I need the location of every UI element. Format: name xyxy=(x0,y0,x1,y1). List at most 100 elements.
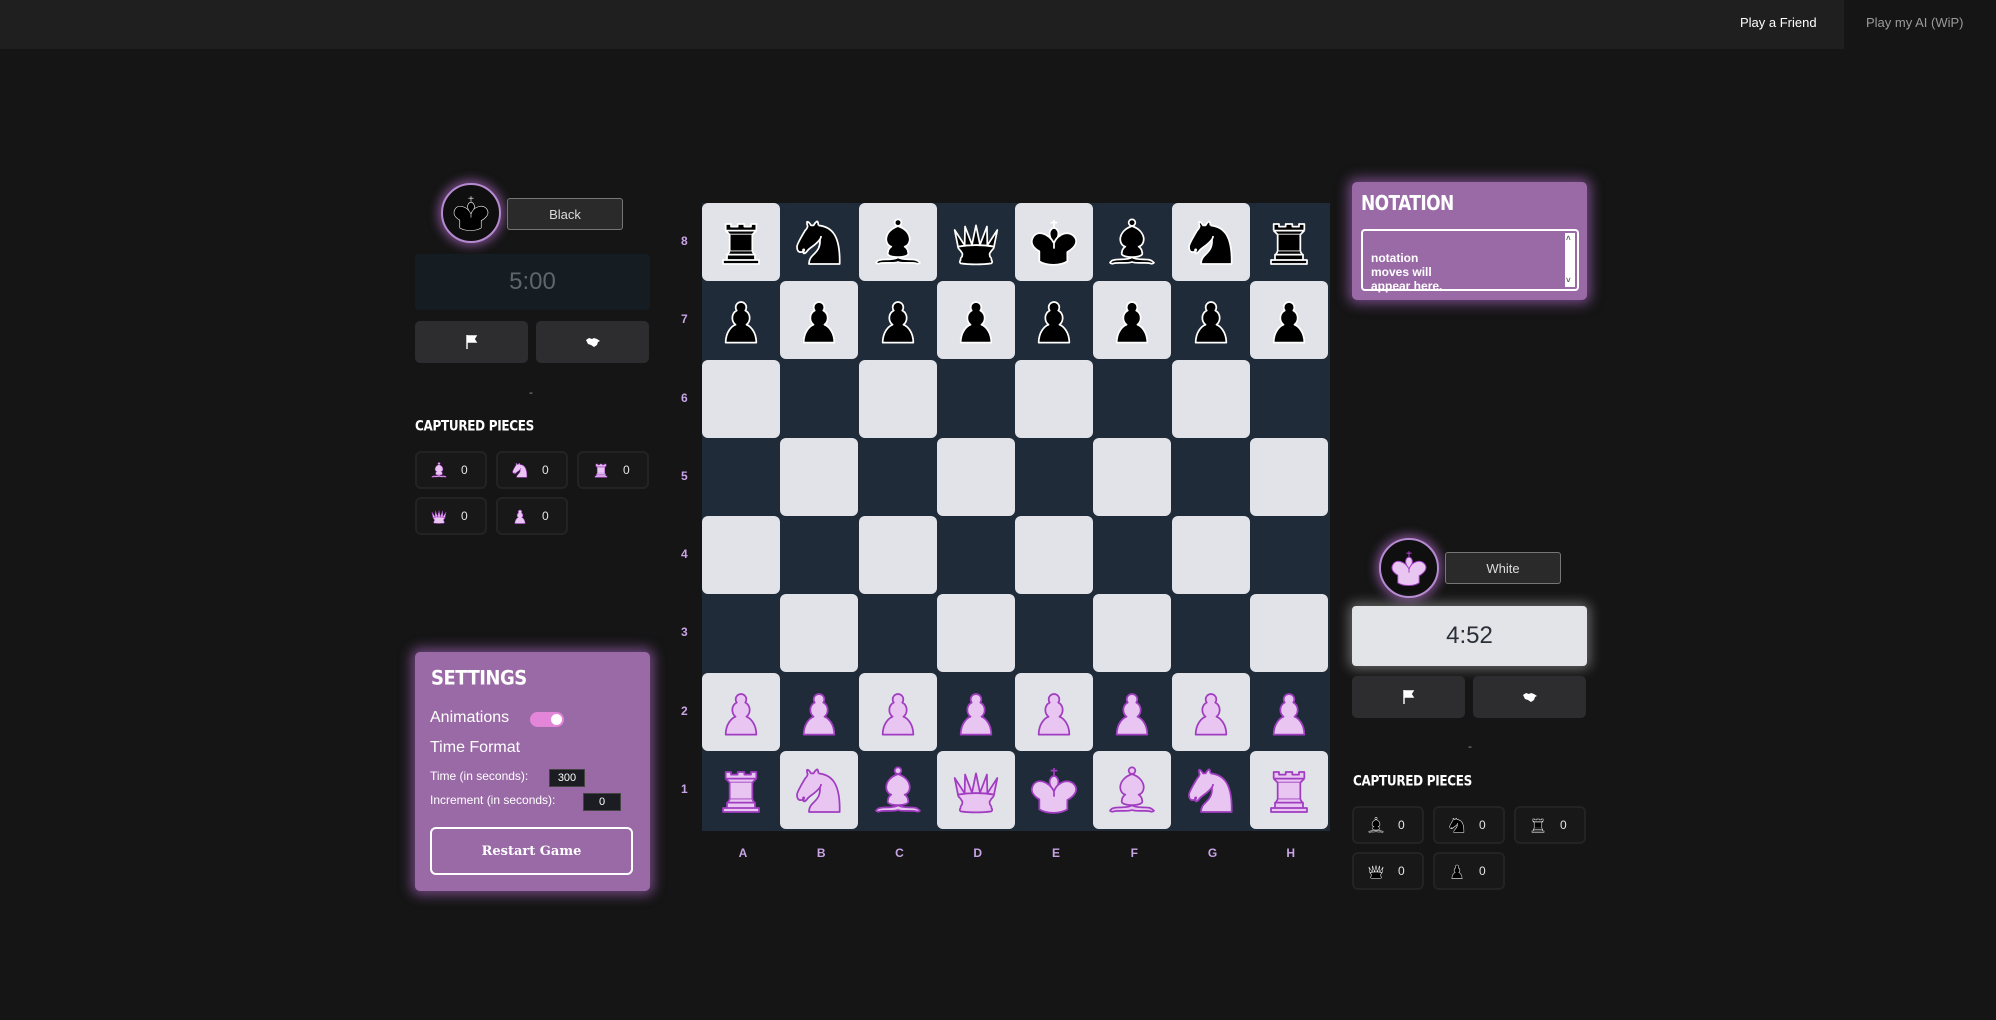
square-e7[interactable] xyxy=(1015,281,1093,360)
square-f6[interactable] xyxy=(1093,359,1172,438)
black-pawn-icon[interactable] xyxy=(789,290,849,350)
square-e6[interactable] xyxy=(1015,359,1093,438)
square-d2[interactable] xyxy=(936,672,1015,751)
square-c1[interactable] xyxy=(858,750,937,829)
square-a7[interactable] xyxy=(702,281,780,360)
white-draw-button[interactable] xyxy=(1473,676,1586,718)
black-pawn-icon[interactable] xyxy=(1259,290,1319,350)
white-rook-icon[interactable] xyxy=(711,760,771,820)
square-c5[interactable] xyxy=(858,437,937,516)
white-queen-icon[interactable] xyxy=(946,760,1006,820)
square-b4[interactable] xyxy=(780,516,859,594)
square-g4[interactable] xyxy=(1171,516,1250,594)
square-d1[interactable] xyxy=(936,750,1015,829)
square-f3[interactable] xyxy=(1093,594,1172,673)
black-resign-button[interactable] xyxy=(415,321,528,363)
square-d6[interactable] xyxy=(936,359,1015,438)
square-b3[interactable] xyxy=(780,594,859,673)
white-king-icon[interactable] xyxy=(1024,760,1084,820)
nav-play-friend[interactable]: Play a Friend xyxy=(1718,0,1839,49)
black-knight-icon[interactable] xyxy=(789,212,849,272)
nav-play-ai[interactable]: Play my AI (WiP) xyxy=(1844,0,1996,49)
square-h6[interactable] xyxy=(1249,359,1328,438)
square-b8[interactable] xyxy=(780,203,859,281)
square-c7[interactable] xyxy=(858,281,937,360)
square-g1[interactable] xyxy=(1171,750,1250,829)
restart-game-button[interactable]: Restart Game xyxy=(430,827,633,875)
square-h2[interactable] xyxy=(1249,672,1328,751)
square-g5[interactable] xyxy=(1171,437,1250,516)
black-pawn-icon[interactable] xyxy=(1181,290,1241,350)
black-pawn-icon[interactable] xyxy=(946,290,1006,350)
animations-toggle[interactable] xyxy=(530,712,564,727)
square-h7[interactable] xyxy=(1249,281,1328,360)
square-f7[interactable] xyxy=(1093,281,1172,360)
square-a6[interactable] xyxy=(702,359,780,438)
square-f8[interactable] xyxy=(1093,203,1172,281)
square-f4[interactable] xyxy=(1093,516,1172,594)
square-d8[interactable] xyxy=(936,203,1015,281)
square-g6[interactable] xyxy=(1171,359,1250,438)
white-rook-icon[interactable] xyxy=(1259,760,1319,820)
square-b5[interactable] xyxy=(780,437,859,516)
white-pawn-icon[interactable] xyxy=(1181,682,1241,742)
white-pawn-icon[interactable] xyxy=(1024,682,1084,742)
time-input[interactable]: 300 xyxy=(549,769,585,787)
black-bishop-icon[interactable] xyxy=(1102,212,1162,272)
square-h8[interactable] xyxy=(1249,203,1328,281)
square-a3[interactable] xyxy=(702,594,780,673)
black-pawn-icon[interactable] xyxy=(711,290,771,350)
square-c6[interactable] xyxy=(858,359,937,438)
square-b6[interactable] xyxy=(780,359,859,438)
square-d3[interactable] xyxy=(936,594,1015,673)
square-e3[interactable] xyxy=(1015,594,1093,673)
square-a2[interactable] xyxy=(702,672,780,751)
white-pawn-icon[interactable] xyxy=(946,682,1006,742)
white-knight-icon[interactable] xyxy=(789,760,849,820)
white-pawn-icon[interactable] xyxy=(868,682,928,742)
white-knight-icon[interactable] xyxy=(1181,760,1241,820)
square-e5[interactable] xyxy=(1015,437,1093,516)
square-h5[interactable] xyxy=(1249,437,1328,516)
square-g7[interactable] xyxy=(1171,281,1250,360)
square-a1[interactable] xyxy=(702,750,780,829)
square-h1[interactable] xyxy=(1249,750,1328,829)
square-f5[interactable] xyxy=(1093,437,1172,516)
square-e1[interactable] xyxy=(1015,750,1093,829)
notation-textarea[interactable]: notation moves will appear here. ˄ ˅ xyxy=(1361,229,1579,293)
square-c8[interactable] xyxy=(858,203,937,281)
square-c4[interactable] xyxy=(858,516,937,594)
square-a4[interactable] xyxy=(702,516,780,594)
notation-scrollbar[interactable]: ˄ ˅ xyxy=(1565,233,1575,287)
white-pawn-icon[interactable] xyxy=(711,682,771,742)
square-h3[interactable] xyxy=(1249,594,1328,673)
square-h4[interactable] xyxy=(1249,516,1328,594)
white-resign-button[interactable] xyxy=(1352,676,1465,718)
white-pawn-icon[interactable] xyxy=(1102,682,1162,742)
square-d4[interactable] xyxy=(936,516,1015,594)
square-d7[interactable] xyxy=(936,281,1015,360)
square-e4[interactable] xyxy=(1015,516,1093,594)
square-a8[interactable] xyxy=(702,203,780,281)
white-pawn-icon[interactable] xyxy=(1259,682,1319,742)
black-knight-icon[interactable] xyxy=(1181,212,1241,272)
square-e2[interactable] xyxy=(1015,672,1093,751)
black-pawn-icon[interactable] xyxy=(868,290,928,350)
black-pawn-icon[interactable] xyxy=(1102,290,1162,350)
white-pawn-icon[interactable] xyxy=(789,682,849,742)
square-a5[interactable] xyxy=(702,437,780,516)
square-f1[interactable] xyxy=(1093,750,1172,829)
black-bishop-icon[interactable] xyxy=(868,212,928,272)
white-bishop-icon[interactable] xyxy=(1102,760,1162,820)
square-e8[interactable] xyxy=(1015,203,1093,281)
black-rook-icon[interactable] xyxy=(1259,212,1319,272)
increment-input[interactable]: 0 xyxy=(583,793,621,811)
square-f2[interactable] xyxy=(1093,672,1172,751)
square-d5[interactable] xyxy=(936,437,1015,516)
square-b2[interactable] xyxy=(780,672,859,751)
black-draw-button[interactable] xyxy=(536,321,649,363)
square-g8[interactable] xyxy=(1171,203,1250,281)
square-b1[interactable] xyxy=(780,750,859,829)
square-g2[interactable] xyxy=(1171,672,1250,751)
white-bishop-icon[interactable] xyxy=(868,760,928,820)
